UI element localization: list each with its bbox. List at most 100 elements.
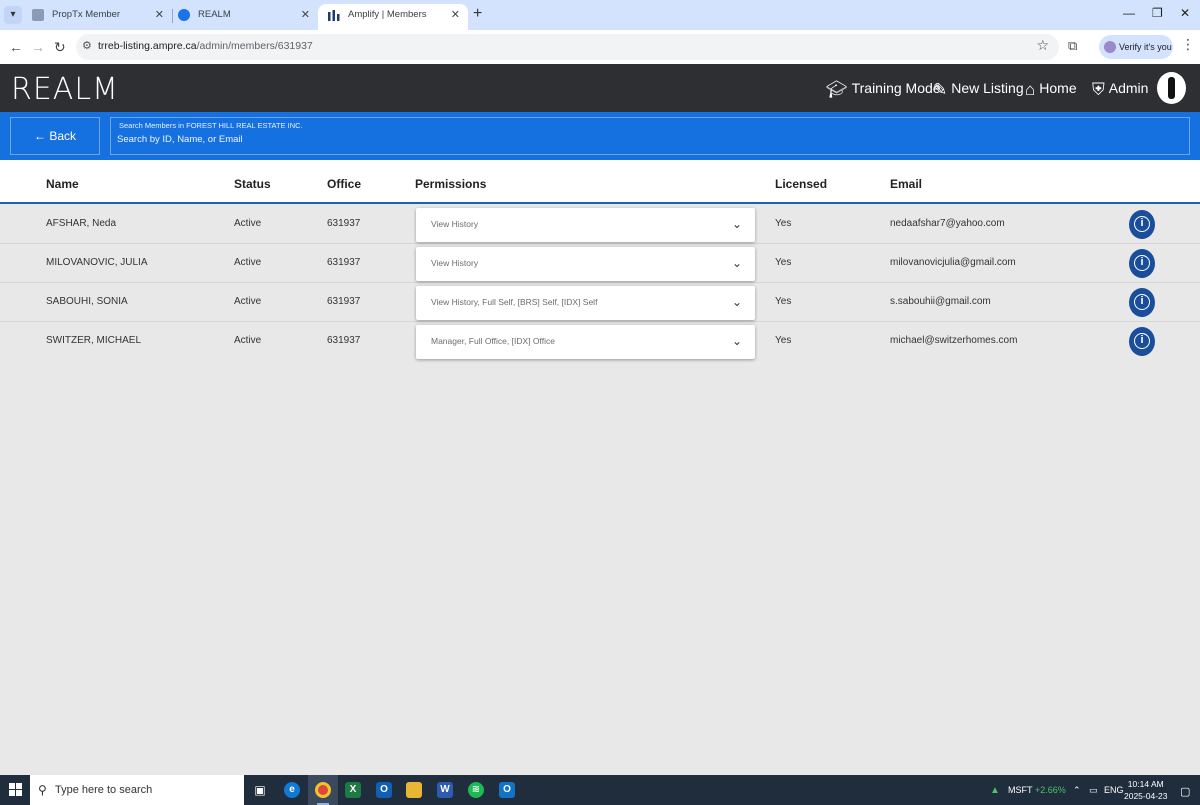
- user-avatar[interactable]: [1157, 72, 1186, 104]
- nav-label: Home: [1039, 80, 1077, 96]
- member-email: michael@switzerhomes.com: [890, 335, 1018, 346]
- admin-shield-icon: ⛨: [1092, 80, 1105, 99]
- tab-close-icon[interactable]: ✕: [451, 4, 460, 26]
- column-header-status[interactable]: Status: [234, 177, 271, 191]
- member-status: Active: [234, 218, 262, 229]
- back-button[interactable]: ← Back: [10, 117, 100, 155]
- tray-chevron-up-icon[interactable]: ⌃: [1073, 785, 1081, 796]
- taskbar-search[interactable]: ⚲ Type here to search: [30, 775, 244, 805]
- battery-icon[interactable]: ▭: [1089, 785, 1098, 796]
- permissions-dropdown[interactable]: Manager, Full Office, [IDX] Office ⌄: [416, 325, 755, 359]
- members-table-header: Name Status Office Permissions Licensed …: [0, 160, 1200, 204]
- windows-taskbar: ⚲ Type here to search ▣ e X O W ≋ O ▲ MS…: [0, 775, 1200, 805]
- new-tab-icon[interactable]: +: [473, 5, 482, 23]
- realm-logo[interactable]: REALM: [11, 72, 119, 107]
- table-row: AFSHAR, Neda Active 631937 View History …: [0, 205, 1200, 244]
- file-explorer-icon[interactable]: [406, 782, 422, 798]
- nav-training-mode[interactable]: 🎓︎ Training Mode: [826, 80, 941, 100]
- url-text[interactable]: trreb-listing.ampre.ca/admin/members/631…: [98, 40, 313, 52]
- column-header-name[interactable]: Name: [46, 177, 79, 191]
- member-name: AFSHAR, Neda: [46, 218, 117, 229]
- stock-trend-icon: ▲: [990, 785, 1000, 796]
- word-icon[interactable]: W: [437, 782, 453, 798]
- tab-realm[interactable]: REALM ✕: [168, 4, 318, 30]
- outlook-icon[interactable]: O: [376, 782, 392, 798]
- tab-amplify-members[interactable]: Amplify | Members ✕: [318, 4, 468, 30]
- info-icon: i: [1134, 333, 1150, 349]
- nav-label: Admin: [1108, 80, 1149, 96]
- column-header-licensed[interactable]: Licensed: [775, 177, 827, 191]
- excel-icon[interactable]: X: [345, 782, 361, 798]
- reload-icon[interactable]: ↻: [54, 39, 66, 56]
- tab-proptx-member[interactable]: PropTx Member ✕: [22, 4, 172, 30]
- chevron-down-icon: ⌄: [731, 256, 742, 270]
- edge-browser-icon[interactable]: e: [284, 782, 300, 798]
- outlook-new-icon[interactable]: O: [499, 782, 515, 798]
- member-info-button[interactable]: i: [1129, 210, 1155, 239]
- tab-close-icon[interactable]: ✕: [155, 4, 164, 26]
- close-window-icon[interactable]: ✕: [1180, 6, 1190, 20]
- table-row: SABOUHI, SONIA Active 631937 View Histor…: [0, 283, 1200, 322]
- omnibox[interactable]: ⚙ trreb-listing.ampre.ca/admin/members/6…: [76, 34, 1059, 60]
- restore-icon[interactable]: ❐: [1152, 6, 1163, 20]
- stock-name[interactable]: MSFT: [1008, 785, 1033, 795]
- bookmark-star-icon[interactable]: ☆: [1036, 37, 1049, 54]
- spotify-icon[interactable]: ≋: [468, 782, 484, 798]
- member-search-input[interactable]: [117, 134, 717, 145]
- windows-start-icon[interactable]: [9, 783, 23, 797]
- member-email: milovanovicjulia@gmail.com: [890, 257, 1016, 268]
- member-office: 631937: [327, 257, 361, 268]
- permissions-dropdown[interactable]: View History ⌄: [416, 247, 755, 281]
- member-info-button[interactable]: i: [1129, 288, 1155, 317]
- table-row: SWITZER, MICHAEL Active 631937 Manager, …: [0, 322, 1200, 361]
- member-status: Active: [234, 335, 262, 346]
- member-info-button[interactable]: i: [1129, 327, 1155, 356]
- minimize-icon[interactable]: —: [1123, 6, 1135, 20]
- forward-arrow-icon[interactable]: →: [31, 39, 45, 55]
- member-status: Active: [234, 257, 262, 268]
- member-licensed: Yes: [775, 335, 792, 346]
- permissions-dropdown[interactable]: View History ⌄: [416, 208, 755, 242]
- member-info-button[interactable]: i: [1129, 249, 1155, 278]
- avatar-figure-icon: [1168, 77, 1175, 99]
- member-licensed: Yes: [775, 257, 792, 268]
- site-info-icon[interactable]: ⚙: [82, 39, 92, 52]
- task-view-icon[interactable]: ▣: [252, 782, 268, 798]
- column-header-office[interactable]: Office: [327, 177, 361, 191]
- pencil-icon: ✎: [933, 80, 948, 99]
- tab-close-icon[interactable]: ✕: [301, 4, 310, 26]
- extensions-puzzle-icon[interactable]: ⧉: [1068, 38, 1077, 54]
- profile-avatar-icon: [1104, 41, 1116, 53]
- nav-admin[interactable]: ⛨ Admin: [1092, 80, 1148, 100]
- column-header-email[interactable]: Email: [890, 177, 922, 191]
- column-header-permissions[interactable]: Permissions: [415, 177, 486, 191]
- clock-date: 2025-04-23: [1124, 791, 1168, 801]
- table-row: MILOVANOVIC, JULIA Active 631937 View Hi…: [0, 244, 1200, 283]
- language-indicator[interactable]: ENG: [1104, 785, 1124, 795]
- info-icon: i: [1134, 216, 1150, 232]
- nav-home[interactable]: ⌂ Home: [1025, 80, 1077, 100]
- permissions-value: View History: [431, 219, 479, 229]
- nav-new-listing[interactable]: ✎ New Listing: [933, 80, 1024, 100]
- tab-title: Amplify | Members: [348, 9, 427, 20]
- notifications-icon[interactable]: ▢: [1180, 785, 1190, 798]
- realm-favicon-icon: [178, 9, 190, 21]
- member-office: 631937: [327, 218, 361, 229]
- tab-list-button[interactable]: ▾: [4, 6, 22, 24]
- back-arrow-icon[interactable]: ←: [9, 39, 23, 55]
- verify-profile-button[interactable]: Verify it's you: [1099, 35, 1173, 59]
- chrome-browser-icon[interactable]: [315, 782, 331, 798]
- back-label: Back: [49, 129, 77, 143]
- search-icon: ⚲: [38, 783, 47, 797]
- stock-change[interactable]: +2.66%: [1035, 785, 1066, 795]
- taskbar-clock[interactable]: 10:14 AM 2025-04-23: [1124, 778, 1167, 802]
- member-office: 631937: [327, 296, 361, 307]
- taskbar-search-placeholder: Type here to search: [55, 784, 153, 796]
- chevron-down-icon: ⌄: [731, 295, 742, 309]
- browser-menu-icon[interactable]: ⋮: [1181, 36, 1195, 53]
- permissions-value: View History, Full Self, [BRS] Self, [ID…: [431, 297, 598, 307]
- info-icon: i: [1134, 294, 1150, 310]
- member-search-field[interactable]: Search Members in FOREST HILL REAL ESTAT…: [110, 117, 1190, 155]
- verify-label: Verify it's you: [1119, 42, 1172, 52]
- permissions-dropdown[interactable]: View History, Full Self, [BRS] Self, [ID…: [416, 286, 755, 320]
